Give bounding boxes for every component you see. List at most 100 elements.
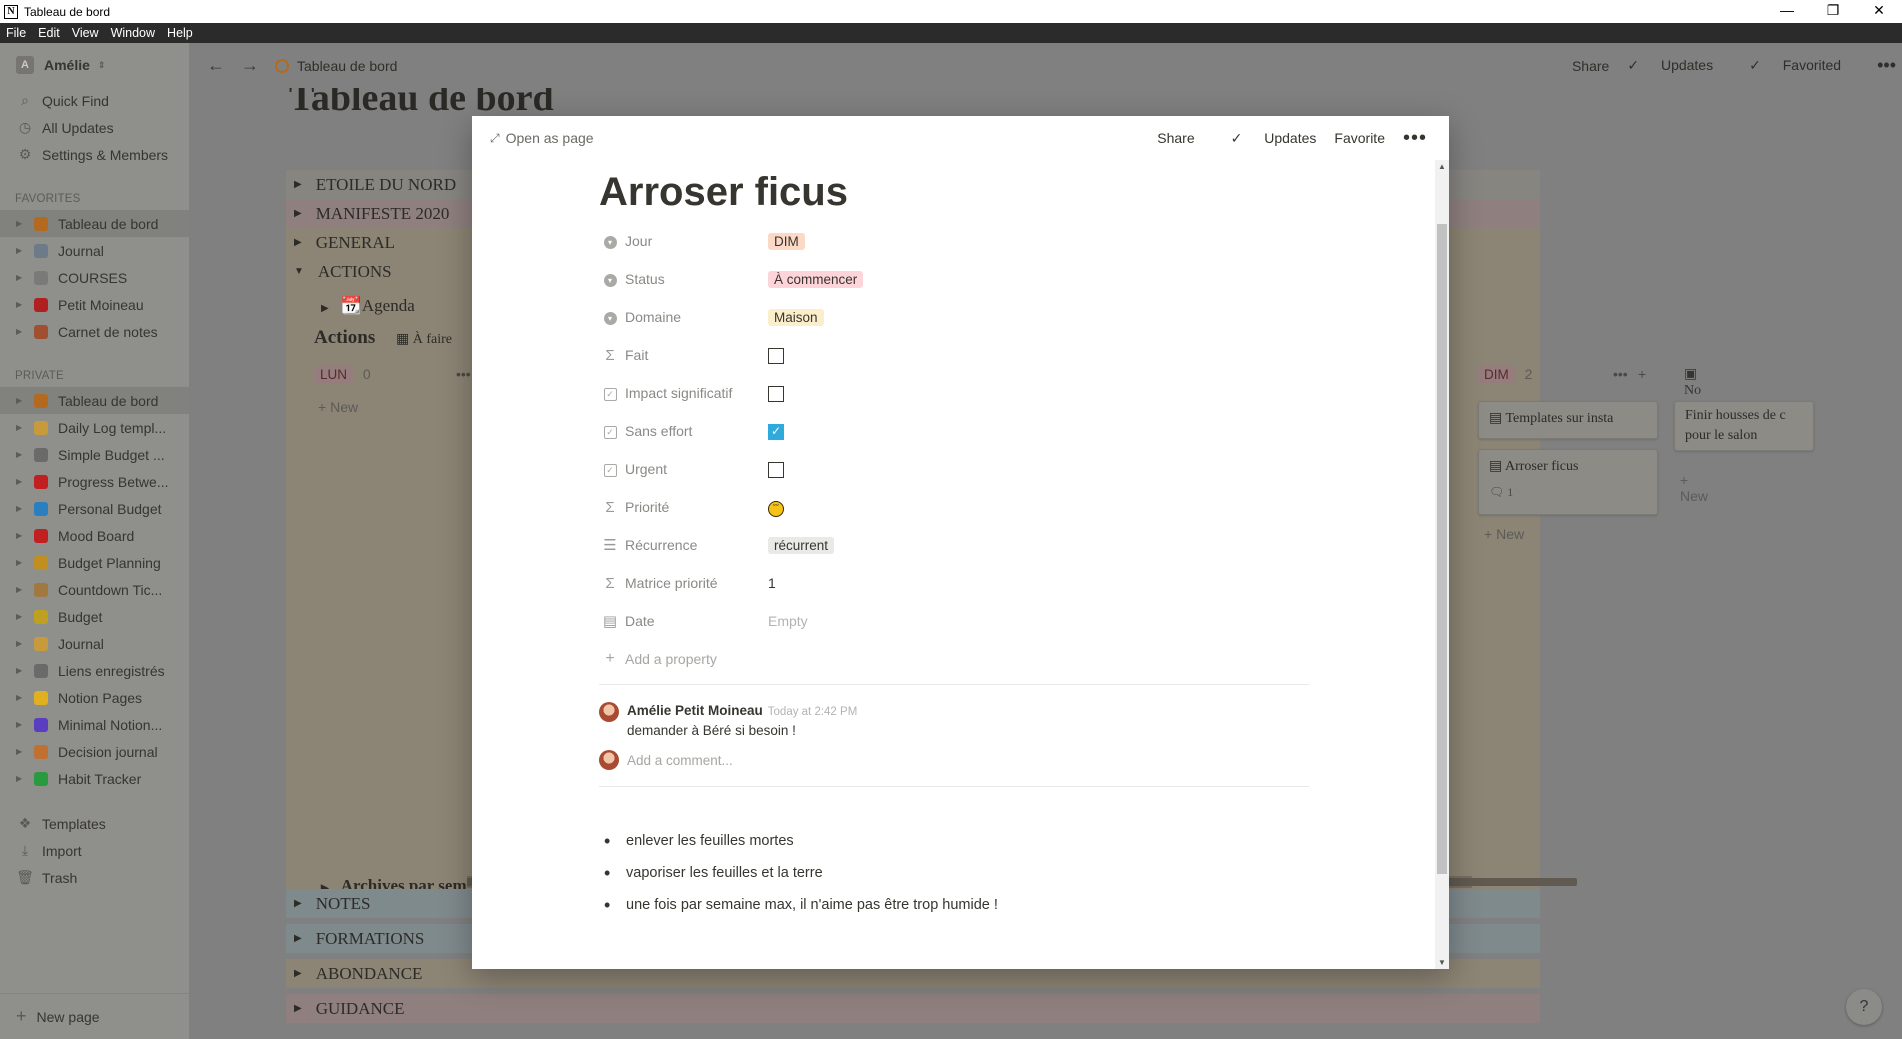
property-name[interactable]: Date: [625, 613, 768, 629]
triangle-right-icon[interactable]: ▶: [16, 219, 26, 228]
sidebar-item-decision-journal[interactable]: ▶ Decision journal: [0, 738, 189, 765]
property-value[interactable]: [768, 460, 784, 478]
list-item[interactable]: une fois par semaine max, il n'aime pas …: [604, 889, 1309, 921]
triangle-right-icon[interactable]: ▶: [16, 477, 26, 486]
property-value[interactable]: [768, 346, 784, 364]
plus-icon[interactable]: +: [1638, 366, 1646, 382]
updates-button[interactable]: ✓ Updates: [1627, 57, 1731, 74]
property-name[interactable]: Matrice priorité: [625, 575, 768, 591]
triangle-right-icon[interactable]: ▶: [16, 327, 26, 336]
close-window-button[interactable]: ✕: [1856, 0, 1902, 23]
sidebar-item-personal-budget[interactable]: ▶ Personal Budget: [0, 495, 189, 522]
property-value[interactable]: Maison: [768, 308, 824, 326]
sidebar-templates[interactable]: ❖ Templates: [0, 810, 189, 837]
modal-favorite-button[interactable]: Favorite: [1334, 130, 1385, 146]
property-name[interactable]: Urgent: [625, 461, 768, 477]
property-name[interactable]: Sans effort: [625, 423, 768, 439]
new-page-button[interactable]: + New page: [0, 993, 189, 1039]
triangle-right-icon[interactable]: ▶: [16, 273, 26, 282]
modal-updates-button[interactable]: ✓ Updates: [1213, 130, 1317, 147]
property-name[interactable]: Récurrence: [625, 537, 768, 553]
property-value-empty[interactable]: Empty: [768, 613, 808, 629]
property-name[interactable]: Priorité: [625, 499, 768, 515]
sidebar-item-daily-log-templ[interactable]: ▶ Daily Log templ...: [0, 414, 189, 441]
property-value[interactable]: À commencer: [768, 270, 864, 288]
triangle-right-icon[interactable]: ▶: [16, 423, 26, 432]
workspace-switcher[interactable]: A Amélie ⇕: [0, 43, 189, 87]
sidebar-quick-find[interactable]: ⌕ Quick Find: [0, 87, 189, 114]
column-dim[interactable]: DIM 2: [1478, 366, 1532, 383]
back-arrow-icon[interactable]: ←: [207, 55, 225, 76]
more-menu-icon[interactable]: •••: [1877, 55, 1896, 76]
triangle-right-icon[interactable]: ▶: [16, 720, 26, 729]
sidebar-item-budget[interactable]: ▶ Budget: [0, 603, 189, 630]
triangle-right-icon[interactable]: ▶: [16, 246, 26, 255]
property-value[interactable]: ˘˘: [768, 498, 784, 517]
column-lun[interactable]: LUN 0: [314, 366, 371, 383]
minimize-button[interactable]: —: [1764, 0, 1810, 23]
triangle-right-icon[interactable]: ▶: [16, 774, 26, 783]
sidebar-all-updates[interactable]: ◷ All Updates: [0, 114, 189, 141]
property-value[interactable]: récurrent: [768, 536, 835, 554]
sidebar-item-simple-budget[interactable]: ▶ Simple Budget ...: [0, 441, 189, 468]
property-value[interactable]: [768, 384, 784, 402]
sidebar-item-habit-tracker[interactable]: ▶ Habit Tracker: [0, 765, 189, 792]
sidebar-import[interactable]: ⤓ Import: [0, 837, 189, 864]
sidebar-item-carnet-de-notes[interactable]: ▶ Carnet de notes: [0, 318, 189, 345]
forward-arrow-icon[interactable]: →: [241, 55, 259, 76]
checkbox[interactable]: ✓: [768, 423, 784, 440]
triangle-right-icon[interactable]: ▶: [16, 558, 26, 567]
triangle-right-icon[interactable]: ▶: [16, 450, 26, 459]
agenda-toggle[interactable]: ▶ 📆Agenda: [321, 296, 415, 316]
column-menu-icon[interactable]: •••: [456, 366, 471, 382]
property-value[interactable]: 1: [768, 575, 776, 591]
property-name[interactable]: Domaine: [625, 309, 768, 325]
restore-button[interactable]: ❐: [1810, 0, 1856, 23]
view-switcher[interactable]: ▦ À faire: [396, 331, 452, 348]
scrollbar-thumb[interactable]: [1437, 224, 1447, 874]
open-as-page-button[interactable]: ⤢ Open as page: [490, 130, 594, 146]
sidebar-item-minimal-notion[interactable]: ▶ Minimal Notion...: [0, 711, 189, 738]
triangle-right-icon[interactable]: ▶: [16, 639, 26, 648]
sidebar-item-liens-enregistres[interactable]: ▶ Liens enregistrés: [0, 657, 189, 684]
column-menu-icon[interactable]: •••: [1613, 366, 1628, 382]
new-card-dim[interactable]: + New: [1484, 526, 1524, 542]
property-name[interactable]: Jour: [625, 233, 768, 249]
checkbox[interactable]: [768, 385, 784, 402]
property-name[interactable]: Impact significatif: [625, 385, 768, 401]
sidebar-item-courses[interactable]: ▶ COURSES: [0, 264, 189, 291]
card-arroser-ficus[interactable]: ▤ Arroser ficus 🗨 1: [1478, 449, 1658, 515]
modal-vertical-scrollbar[interactable]: ▲ ▼: [1435, 160, 1449, 969]
add-comment-input[interactable]: Add a comment...: [599, 748, 1309, 772]
triangle-right-icon[interactable]: ▶: [16, 504, 26, 513]
list-item[interactable]: vaporiser les feuilles et la terre: [604, 857, 1309, 889]
favorited-button[interactable]: ✓ Favorited: [1749, 57, 1859, 74]
menu-edit[interactable]: Edit: [38, 26, 60, 40]
sidebar-item-budget-planning[interactable]: ▶ Budget Planning: [0, 549, 189, 576]
sidebar-item-progress-betwe[interactable]: ▶ Progress Betwe...: [0, 468, 189, 495]
sidebar-item-countdown-tic[interactable]: ▶ Countdown Tic...: [0, 576, 189, 603]
sidebar-item-journal[interactable]: ▶ Journal: [0, 630, 189, 657]
toggle-guidance[interactable]: ▶ GUIDANCE: [286, 994, 1540, 1023]
triangle-right-icon[interactable]: ▶: [16, 693, 26, 702]
card-finir-housses[interactable]: Finir housses de c pour le salon: [1674, 401, 1814, 451]
modal-share-button[interactable]: Share: [1157, 130, 1194, 146]
triangle-right-icon[interactable]: ▶: [16, 531, 26, 540]
sidebar-item-petit-moineau[interactable]: ▶ Petit Moineau: [0, 291, 189, 318]
modal-more-icon[interactable]: •••: [1403, 128, 1427, 148]
new-card-lun[interactable]: + New: [318, 399, 358, 415]
sidebar-settings[interactable]: ⚙ Settings & Members: [0, 141, 189, 168]
menu-view[interactable]: View: [72, 26, 99, 40]
triangle-right-icon[interactable]: ▶: [16, 300, 26, 309]
sidebar-item-mood-board[interactable]: ▶ Mood Board: [0, 522, 189, 549]
share-button[interactable]: Share: [1572, 58, 1609, 74]
sidebar-trash[interactable]: 🗑 Trash: [0, 864, 189, 891]
triangle-right-icon[interactable]: ▶: [16, 585, 26, 594]
checkbox[interactable]: [768, 461, 784, 478]
sidebar-item-tableau-de-bord[interactable]: ▶ Tableau de bord: [0, 387, 189, 414]
card-templates-insta[interactable]: ▤ Templates sur insta: [1478, 401, 1658, 439]
sidebar-item-journal[interactable]: ▶ Journal: [0, 237, 189, 264]
sidebar-item-tableau-de-bord[interactable]: ▶ Tableau de bord: [0, 210, 189, 237]
add-property-button[interactable]: + Add a property: [599, 640, 1309, 678]
scroll-up-icon[interactable]: ▲: [1438, 162, 1446, 171]
